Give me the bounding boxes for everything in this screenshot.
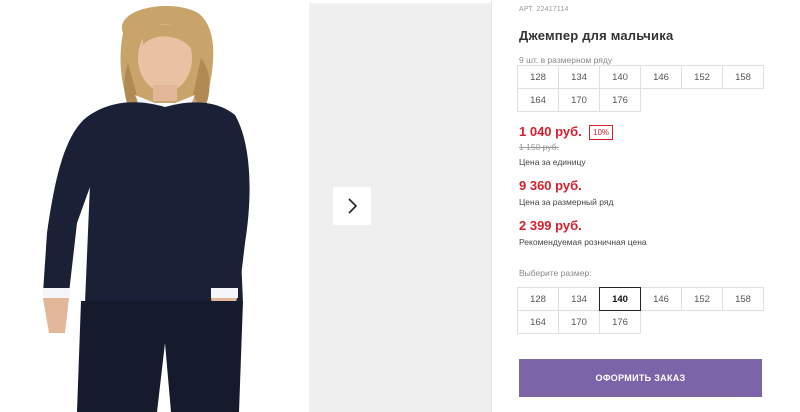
size-row-cell: 164 [517, 88, 559, 112]
size-row-cell: 158 [722, 65, 764, 89]
unit-price-label: Цена за единицу [519, 157, 586, 167]
old-price: 1 150 руб. [519, 142, 559, 152]
unit-price: 1 040 руб. [519, 124, 582, 139]
size-row-cell: 152 [681, 65, 723, 89]
chevron-right-icon [348, 198, 358, 214]
size-option[interactable]: 146 [640, 287, 682, 311]
row-price: 9 360 руб. [519, 178, 582, 193]
size-selector: 128 134 140 146 152 158 164 170 176 [517, 287, 764, 334]
rrp-label: Рекомендуемая розничная цена [519, 237, 647, 247]
size-row-cell: 128 [517, 65, 559, 89]
size-option[interactable]: 128 [517, 287, 559, 311]
product-gallery [3, 3, 491, 412]
discount-badge: 10% [589, 125, 614, 140]
size-option-selected[interactable]: 140 [599, 287, 641, 311]
size-row-grid: 128 134 140 146 152 158 164 170 176 [517, 65, 764, 112]
size-row-cell: 134 [558, 65, 600, 89]
product-title: Джемпер для мальчика [519, 28, 674, 43]
size-option[interactable]: 152 [681, 287, 723, 311]
gallery-next-button[interactable] [333, 187, 371, 225]
size-option[interactable]: 176 [599, 310, 641, 334]
panel-divider [491, 0, 492, 412]
product-photo [3, 3, 309, 412]
size-row-cell: 146 [640, 65, 682, 89]
size-option[interactable]: 170 [558, 310, 600, 334]
size-row-cell: 170 [558, 88, 600, 112]
rrp-price: 2 399 руб. [519, 218, 582, 233]
size-row-cell: 140 [599, 65, 641, 89]
row-price-label: Цена за размерный ряд [519, 197, 614, 207]
article-number: АРТ. 22417114 [519, 6, 569, 13]
size-option[interactable]: 164 [517, 310, 559, 334]
size-row-cell: 176 [599, 88, 641, 112]
order-button[interactable]: ОФОРМИТЬ ЗАКАЗ [519, 359, 762, 397]
choose-size-label: Выберите размер: [519, 268, 592, 278]
size-option[interactable]: 158 [722, 287, 764, 311]
size-row-note: 9 шт. в размерном ряду [519, 55, 613, 65]
size-option[interactable]: 134 [558, 287, 600, 311]
